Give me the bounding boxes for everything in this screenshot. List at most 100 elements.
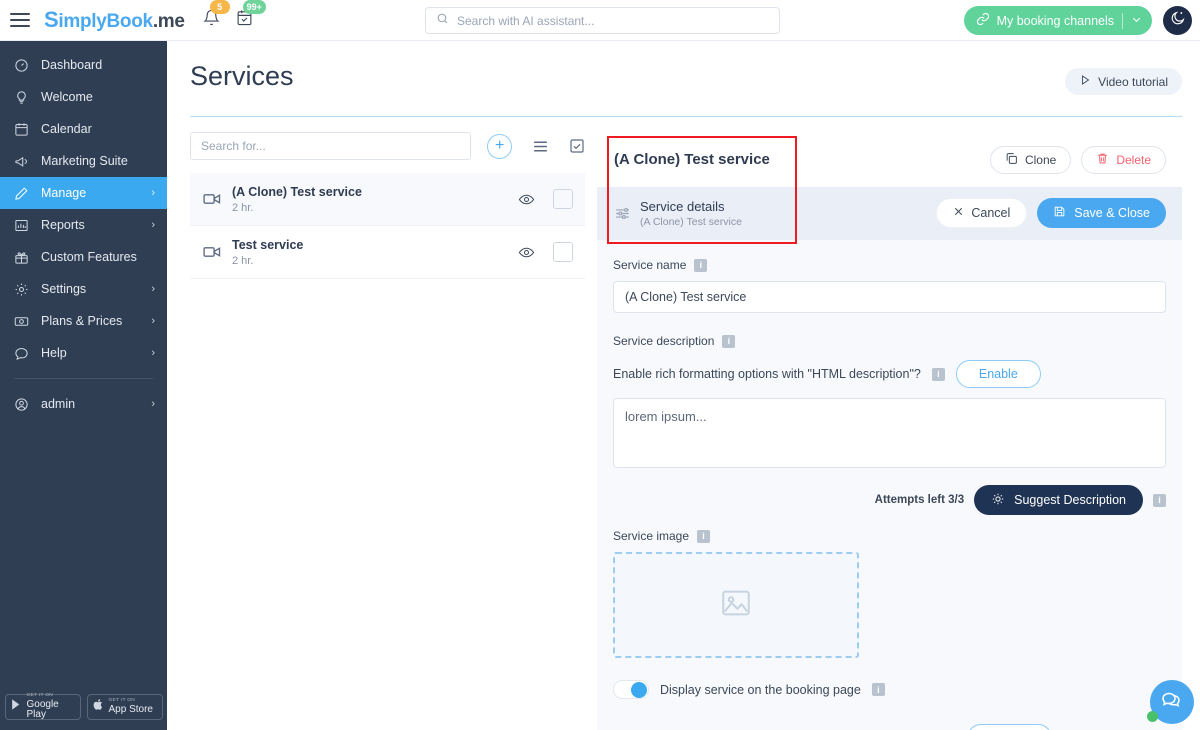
suggest-description-row: Attempts left 3/3 Suggest Description i xyxy=(613,485,1166,515)
sidebar-item-help[interactable]: Help › xyxy=(0,337,167,369)
select-all-checkbox-icon[interactable] xyxy=(569,138,585,154)
my-booking-channels-button[interactable]: My booking channels xyxy=(963,6,1152,35)
sidebar: Dashboard Welcome Calendar Marketing Suite M… xyxy=(0,41,167,730)
list-view-options-icon[interactable] xyxy=(532,138,549,155)
gift-icon xyxy=(14,250,36,265)
google-play-icon xyxy=(10,698,23,716)
sidebar-item-welcome[interactable]: Welcome xyxy=(0,81,167,113)
chevron-right-icon: › xyxy=(151,398,155,410)
display-service-toggle[interactable] xyxy=(613,680,649,699)
info-icon[interactable]: i xyxy=(871,683,885,696)
info-icon[interactable]: i xyxy=(931,367,945,381)
money-icon xyxy=(14,314,36,329)
detail-header-actions: Clone Delete xyxy=(989,146,1166,174)
service-duration: 2 hr. xyxy=(232,201,254,214)
info-icon[interactable]: i xyxy=(722,334,736,348)
sidebar-item-label: Dashboard xyxy=(41,58,103,72)
service-form: Service name i Service description i Ena… xyxy=(597,240,1182,730)
video-tutorial-label: Video tutorial xyxy=(1098,74,1168,89)
sidebar-item-admin[interactable]: admin › xyxy=(0,388,167,420)
page-header: Services Video tutorial xyxy=(167,41,1200,117)
pencil-icon xyxy=(14,186,36,201)
main-content: Services Video tutorial + (A Clone) Test… xyxy=(167,41,1200,730)
sidebar-item-label: Help xyxy=(41,346,67,360)
attempts-left-label: Attempts left 3/3 xyxy=(874,494,965,506)
video-tutorial-button[interactable]: Video tutorial xyxy=(1065,68,1182,95)
sidebar-nav: Dashboard Welcome Calendar Marketing Suite M… xyxy=(0,41,167,369)
service-description-textarea[interactable]: lorem ipsum... xyxy=(613,398,1166,468)
app-store-badge[interactable]: GET IT ON App Store xyxy=(86,694,163,720)
save-and-close-button[interactable]: Save & Close xyxy=(1037,198,1166,228)
hamburger-menu-icon[interactable] xyxy=(10,13,30,27)
add-service-button[interactable]: + xyxy=(487,133,512,159)
tab-service-details-label: Service details xyxy=(640,199,725,214)
tasks-calendar[interactable]: 99+ xyxy=(236,0,266,31)
service-list-item[interactable]: (A Clone) Test service 2 hr. xyxy=(190,173,585,226)
cancel-label: Cancel xyxy=(971,206,1011,220)
chat-online-dot xyxy=(1147,711,1158,722)
gear-icon xyxy=(14,282,36,297)
service-name-label-row: Service name i xyxy=(613,258,1166,272)
tab-service-details[interactable]: Service details (A Clone) Test service xyxy=(597,199,742,228)
chevron-right-icon: › xyxy=(151,187,155,199)
service-name: (A Clone) Test service xyxy=(232,184,362,199)
service-name-label: Service name xyxy=(613,258,687,272)
logo-simply-text: imply xyxy=(58,11,107,32)
sidebar-item-label: Settings xyxy=(41,282,87,296)
sidebar-item-settings[interactable]: Settings › xyxy=(0,273,167,305)
ai-search xyxy=(425,7,780,34)
google-play-badge[interactable]: GET IT ON Google Play xyxy=(4,693,81,720)
suggest-description-button[interactable]: Suggest Description xyxy=(974,485,1143,515)
bar-chart-icon xyxy=(14,218,36,233)
service-image-label-row: Service image i xyxy=(613,529,1166,543)
info-icon[interactable]: i xyxy=(694,258,708,272)
service-row-checkbox[interactable] xyxy=(553,242,573,262)
sidebar-item-manage[interactable]: Manage › xyxy=(0,177,167,209)
calendar-icon xyxy=(14,122,36,137)
bell-icon xyxy=(202,9,220,30)
header-divider xyxy=(190,116,1182,117)
notifications-bell[interactable]: 5 xyxy=(202,0,230,31)
search-icon xyxy=(436,12,449,30)
logo-s-letter: S xyxy=(44,7,59,32)
sidebar-item-label: Welcome xyxy=(41,90,93,104)
sidebar-item-reports[interactable]: Reports › xyxy=(0,209,167,241)
megaphone-icon xyxy=(14,154,36,169)
sidebar-item-marketing-suite[interactable]: Marketing Suite xyxy=(0,145,167,177)
html-description-question: Enable rich formatting options with "HTM… xyxy=(613,367,921,381)
info-icon[interactable]: i xyxy=(1153,493,1166,507)
chevron-down-icon[interactable] xyxy=(1131,14,1142,28)
cancel-button[interactable]: Cancel xyxy=(936,198,1028,228)
detail-header: (A Clone) Test service Clone Delete xyxy=(597,132,1182,187)
save-label: Save & Close xyxy=(1074,206,1150,220)
tab-service-details-sublabel: (A Clone) Test service xyxy=(640,216,742,228)
info-icon[interactable]: i xyxy=(697,529,711,543)
enable-html-description-button[interactable]: Enable xyxy=(955,360,1041,388)
sidebar-item-calendar[interactable]: Calendar xyxy=(0,113,167,145)
app-logo[interactable]: SimplyBook.me xyxy=(44,7,185,33)
google-play-big-label: Google Play xyxy=(26,698,59,720)
preview-eye-icon[interactable] xyxy=(518,191,535,208)
calendar-check-icon xyxy=(236,10,253,30)
dark-mode-toggle[interactable] xyxy=(1163,6,1192,35)
html-description-row: Enable rich formatting options with "HTM… xyxy=(613,360,1166,388)
service-name-input[interactable] xyxy=(613,281,1166,313)
preview-eye-icon[interactable] xyxy=(518,244,535,261)
display-service-label: Display service on the booking page xyxy=(660,682,861,697)
sidebar-item-plans-prices[interactable]: Plans & Prices › xyxy=(0,305,167,337)
sliders-icon xyxy=(614,205,631,222)
service-image-dropzone[interactable] xyxy=(613,552,859,658)
enable-accept-payments-button[interactable]: Enable xyxy=(966,724,1052,730)
app-store-badges: GET IT ON Google Play GET IT ON App Stor… xyxy=(0,693,167,720)
service-row-checkbox[interactable] xyxy=(553,189,573,209)
delete-label: Delete xyxy=(1116,153,1151,167)
sidebar-item-custom-features[interactable]: Custom Features xyxy=(0,241,167,273)
sidebar-item-dashboard[interactable]: Dashboard xyxy=(0,49,167,81)
services-search-input[interactable] xyxy=(190,132,472,160)
service-list-item[interactable]: Test service 2 hr. xyxy=(190,226,585,279)
clone-button[interactable]: Clone xyxy=(989,146,1072,174)
search-input[interactable] xyxy=(457,13,769,28)
chevron-right-icon: › xyxy=(151,347,155,359)
delete-button[interactable]: Delete xyxy=(1081,146,1166,174)
services-list-toolbar: + xyxy=(190,132,585,160)
